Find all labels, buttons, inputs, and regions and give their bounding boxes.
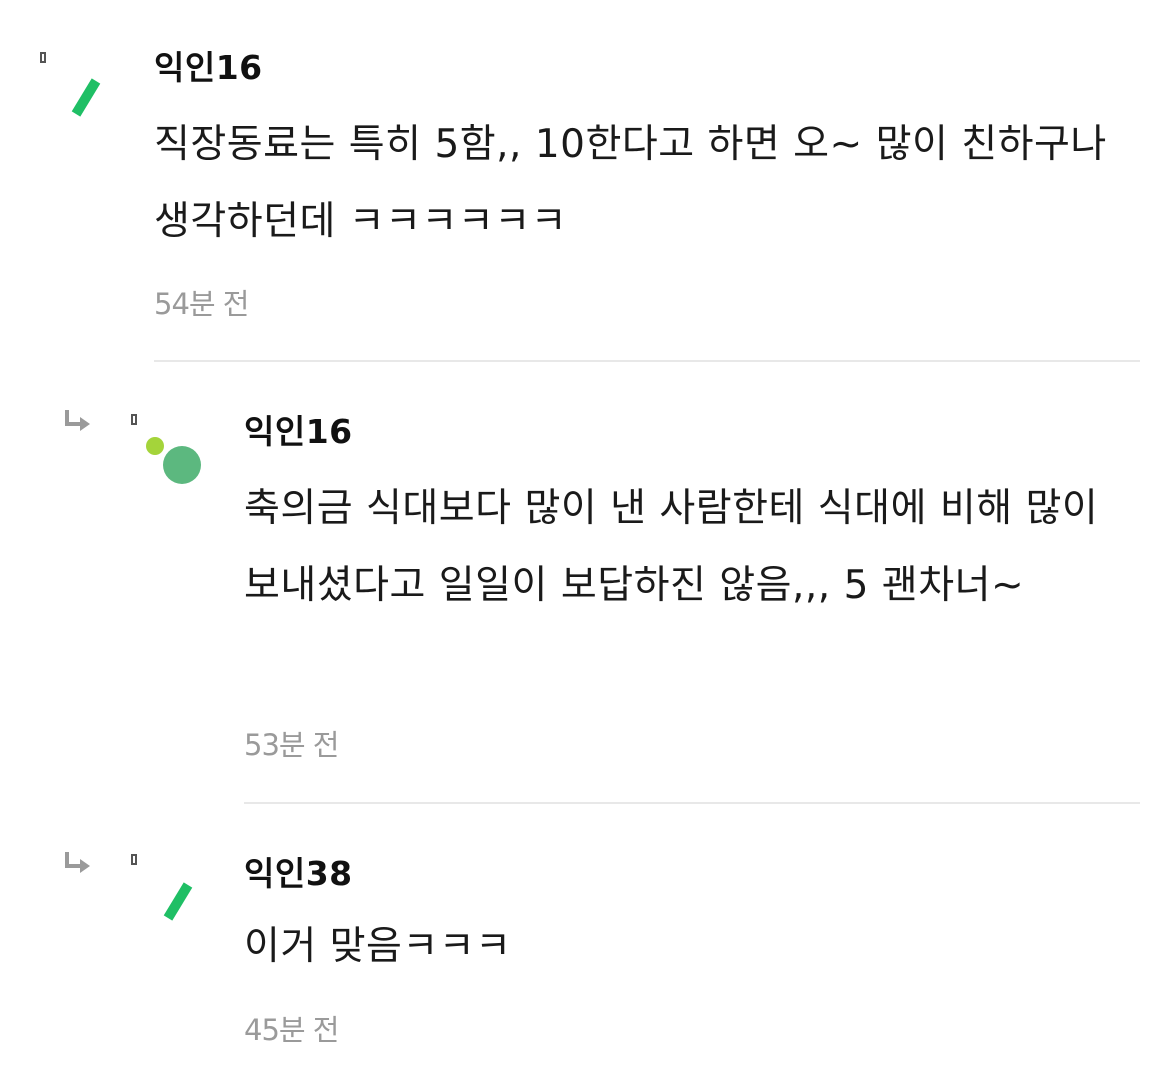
comment-text: 이거 맞음ㅋㅋㅋ xyxy=(244,924,512,969)
broken-image-icon xyxy=(40,52,46,63)
comment-timestamp: 45분 전 xyxy=(244,1013,339,1047)
comment-timestamp: 54분 전 xyxy=(154,287,249,321)
reply-arrow-icon xyxy=(65,852,90,873)
reply-arrow-icon xyxy=(65,410,90,431)
broken-image-icon xyxy=(131,414,137,425)
green-slash-avatar-icon xyxy=(163,882,193,921)
comment-item: 익인16 직장동료는 특히 5함,, 10한다고 하면 오~ 많이 친하구나 생… xyxy=(0,0,1170,362)
green-dots-avatar-icon xyxy=(146,437,201,484)
comment-author[interactable]: 익인16 xyxy=(244,412,353,452)
comment-reply-item: 익인38 이거 맞음ㅋㅋㅋ 45분 전 xyxy=(0,804,1170,1082)
comment-text: 축의금 식대보다 많이 낸 사람한테 식대에 비해 많이 보내셨다고 일일이 보… xyxy=(244,486,1099,608)
green-slash-avatar-icon xyxy=(71,78,101,117)
comment-author[interactable]: 익인16 xyxy=(154,48,263,88)
comment-reply-item: 익인16 축의금 식대보다 많이 낸 사람한테 식대에 비해 많이 보내셨다고 … xyxy=(0,362,1170,804)
comment-timestamp: 53분 전 xyxy=(244,728,339,762)
comment-author[interactable]: 익인38 xyxy=(244,854,353,894)
broken-image-icon xyxy=(131,854,137,865)
comment-text: 직장동료는 특히 5함,, 10한다고 하면 오~ 많이 친하구나 생각하던데 … xyxy=(154,122,1107,244)
